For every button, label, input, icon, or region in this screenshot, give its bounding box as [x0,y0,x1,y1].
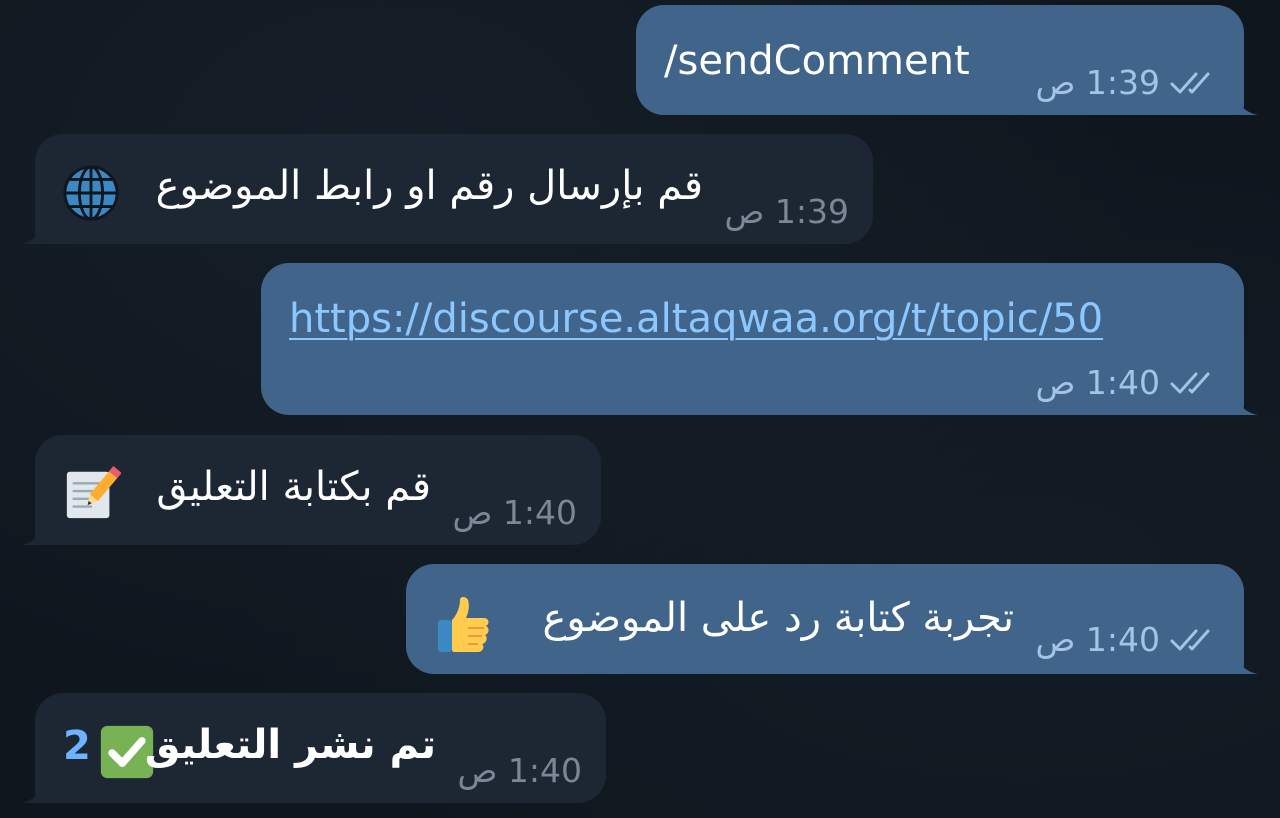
message-bubble-outgoing[interactable]: تجربة كتابة رد على الموضوع 1:40 ص [406,564,1258,674]
message-meta: 1:40 ص [453,495,578,531]
message-time: 1:40 ص [1035,620,1161,659]
message-time: 1:39 ص [724,192,850,231]
message-meta: 1:40 ص [1036,365,1223,401]
globe-icon [63,165,119,221]
message-text: قم بإرسال رقم او رابط الموضوع [155,163,703,209]
message-meta: 1:39 ص [1036,65,1223,101]
counter-badge: 2 [63,723,91,769]
message-text: /sendComment [664,38,970,84]
message-text: تجربة كتابة رد على الموضوع [542,595,1014,641]
message-bubble-incoming[interactable]: قم بإرسال رقم او رابط الموضوع 1:39 ص [21,134,873,244]
bubble-tail [21,222,43,244]
message-meta: 1:39 ص [725,194,850,230]
message-time: 1:40 ص [452,493,578,532]
message-bubble-incoming[interactable]: قم بكتابة التعليق 1:40 ص [21,435,601,545]
message-bubble-incoming[interactable]: 2 تم نشر التعليق 1:40 ص [21,693,606,803]
message-time: 1:39 ص [1035,63,1161,102]
message-text: https://discourse.altaqwaa.org/t/topic/5… [289,295,1103,343]
bubble-tail [1236,93,1258,115]
message-text: تم نشر التعليق [144,722,436,768]
bubble-tail [1236,652,1258,674]
message-text: قم بكتابة التعليق [156,464,431,510]
double-check-icon [1170,629,1210,651]
topic-link[interactable]: https://discourse.altaqwaa.org/t/topic/5… [289,296,1103,342]
message-meta: 1:40 ص [458,753,583,789]
bubble-tail [21,781,43,803]
memo-icon [66,466,121,519]
bubble-tail [21,523,43,545]
message-bubble-outgoing[interactable]: https://discourse.altaqwaa.org/t/topic/5… [261,263,1258,415]
message-bubble-outgoing[interactable]: /sendComment 1:39 ص [636,5,1258,115]
double-check-icon [1170,372,1210,394]
message-meta: 1:40 ص [1036,622,1223,658]
double-check-icon [1170,72,1210,94]
message-time: 1:40 ص [457,751,583,790]
bubble-tail [1236,393,1258,415]
chat-area[interactable]: /sendComment 1:39 ص قم بإرسال رقم او راب… [0,0,1280,818]
thumbs-up-icon [438,597,489,652]
message-time: 1:40 ص [1035,363,1161,402]
